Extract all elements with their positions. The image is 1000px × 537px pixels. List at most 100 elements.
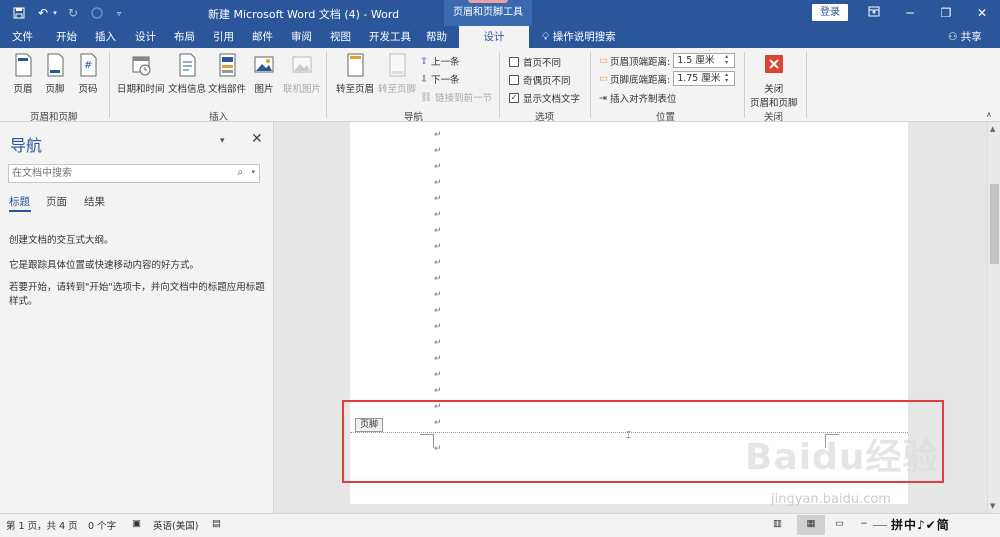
picture-icon: [254, 56, 274, 73]
undo-dropdown-icon[interactable]: ▾: [51, 4, 59, 22]
redo-icon[interactable]: ↻: [64, 4, 82, 22]
footer-bottom-distance: ▭ 页脚底端距离: 1.75 厘米: [599, 71, 736, 86]
tab-mailings[interactable]: 邮件: [252, 26, 273, 48]
footer-distance-icon: ▭: [599, 73, 608, 84]
scroll-up-icon[interactable]: ▲: [990, 125, 995, 133]
goto-header-icon: [347, 53, 364, 77]
header-button[interactable]: 页眉: [12, 52, 34, 95]
close-icon[interactable]: ✕: [251, 131, 263, 147]
paragraph-mark: ↵: [434, 386, 442, 396]
page-count[interactable]: 第 1 页，共 4 页: [6, 518, 78, 532]
date-time-button[interactable]: 日期和时间: [117, 52, 165, 95]
word-count[interactable]: 0 个字: [88, 518, 116, 532]
scroll-thumb[interactable]: [990, 184, 999, 264]
ribbon: 页眉 页脚 # 页码 页眉和页脚 日期和时间 文档信息 文档部件 图片 联机图片…: [0, 48, 1000, 123]
link-previous-button[interactable]: ⛓ 链接到前一节: [420, 90, 493, 105]
goto-footer-icon: [389, 53, 406, 77]
doc-parts-button[interactable]: 文档部件: [208, 52, 246, 95]
footer-bottom-label: 页脚底端距离:: [609, 74, 671, 86]
paragraph-mark: ↵: [434, 338, 442, 348]
search-input[interactable]: [9, 165, 229, 182]
search-icon[interactable]: ⌕: [237, 167, 243, 178]
paragraph-mark: ↵: [434, 194, 442, 204]
print-layout-icon[interactable]: ▦: [797, 515, 825, 535]
paragraph-mark: ↵: [434, 274, 442, 284]
undo-icon[interactable]: ↶: [34, 4, 52, 22]
paragraph-mark: ↵: [434, 258, 442, 268]
footer-bottom-spinner[interactable]: 1.75 厘米: [673, 71, 736, 86]
nav-help-text-3: 若要开始，请转到"开始"选项卡，并向文档中的标题应用标题样式。: [9, 282, 265, 307]
page-number-button[interactable]: # 页码: [77, 52, 99, 95]
svg-text:#: #: [84, 60, 92, 71]
online-picture-button[interactable]: 联机图片: [283, 52, 321, 95]
tab-help[interactable]: 帮助: [426, 26, 447, 48]
tab-layout[interactable]: 布局: [174, 26, 195, 48]
scroll-down-icon[interactable]: ▼: [990, 502, 995, 510]
share-button[interactable]: ⚇ 共享: [948, 26, 982, 48]
lightbulb-icon: 💡︎: [542, 31, 550, 43]
circle-icon[interactable]: [88, 4, 106, 22]
tab-design[interactable]: 设计: [135, 26, 156, 48]
paragraph-mark: ↵: [434, 306, 442, 316]
close-x-icon: [764, 55, 783, 73]
ribbon-tabs: 文件 开始 插入 设计 布局 引用 邮件 审阅 视图 开发工具 帮助 设计 💡︎…: [0, 26, 1000, 48]
tab-home[interactable]: 开始: [56, 26, 77, 48]
show-doc-text-checkbox[interactable]: ✓ 显示文档文字: [509, 91, 580, 105]
paragraph-mark: ↵: [434, 290, 442, 300]
vertical-scrollbar[interactable]: ▲ ▼: [987, 122, 1000, 513]
goto-footer-button[interactable]: 转至页脚: [378, 52, 416, 95]
status-bar: 第 1 页，共 4 页 0 个字 ▣ 英语(美国) ▤ ▥ ▦ ▭ − 拼中♪✔…: [0, 513, 1000, 537]
save-icon[interactable]: [10, 4, 28, 22]
tell-me-search[interactable]: 💡︎ 操作说明搜索: [542, 26, 616, 48]
goto-footer-label: 转至页脚: [378, 84, 417, 95]
nav-tab-results[interactable]: 结果: [84, 194, 105, 209]
nav-tab-headings[interactable]: 标题: [9, 194, 30, 209]
doc-info-label: 文档信息: [168, 84, 207, 95]
doc-info-button[interactable]: 文档信息: [168, 52, 206, 95]
tab-hf-design[interactable]: 设计: [459, 26, 529, 48]
proofing-icon[interactable]: ▣: [132, 518, 141, 529]
zoom-out-icon[interactable]: −: [860, 518, 868, 529]
close-icon[interactable]: ✕: [968, 3, 996, 23]
minimize-icon[interactable]: ─: [896, 3, 924, 23]
zoom-slider[interactable]: [873, 525, 887, 526]
language-status[interactable]: 英语(美国): [153, 518, 198, 532]
tab-view[interactable]: 视图: [330, 26, 351, 48]
paragraph-mark: ↵: [434, 226, 442, 236]
tab-file[interactable]: 文件: [12, 26, 33, 48]
diff-first-label: 首页不同: [523, 58, 562, 69]
footer-button[interactable]: 页脚: [44, 52, 66, 95]
link-previous-label: 链接到前一节: [435, 93, 493, 104]
goto-header-button[interactable]: 转至页眉: [336, 52, 374, 95]
tab-insert[interactable]: 插入: [95, 26, 116, 48]
picture-button[interactable]: 图片: [253, 52, 275, 95]
ime-status[interactable]: 拼中♪✔简: [891, 516, 950, 533]
doc-info-icon: [179, 53, 196, 77]
tab-developer[interactable]: 开发工具: [369, 26, 411, 48]
next-icon: ⇩: [420, 73, 428, 85]
restore-icon[interactable]: ❐: [932, 3, 960, 23]
nav-options-icon[interactable]: ▾: [220, 136, 225, 146]
previous-button[interactable]: ⇧ 上一条: [420, 54, 459, 69]
customize-icon[interactable]: ▿: [110, 4, 128, 22]
login-button[interactable]: 登录: [812, 4, 848, 21]
header-top-spinner[interactable]: 1.5 厘米: [673, 53, 736, 68]
group-label-options: 选项: [535, 112, 555, 123]
read-mode-icon[interactable]: ▥: [773, 518, 782, 529]
nav-tab-pages[interactable]: 页面: [46, 194, 67, 209]
nav-search-box: ⌕ ▾: [8, 164, 260, 183]
diff-odd-even-label: 奇偶页不同: [523, 76, 571, 87]
insert-align-tab-button[interactable]: ⇥ 插入对齐制表位: [599, 91, 676, 106]
ribbon-display-icon[interactable]: [860, 3, 888, 23]
chevron-down-icon[interactable]: ▾: [251, 168, 255, 176]
next-button[interactable]: ⇩ 下一条: [420, 72, 459, 87]
collapse-ribbon-icon[interactable]: ∧: [986, 110, 992, 119]
web-layout-icon[interactable]: ▭: [835, 518, 844, 529]
macro-record-icon[interactable]: ▤: [212, 518, 221, 529]
diff-first-page-checkbox[interactable]: 首页不同: [509, 55, 561, 69]
tab-review[interactable]: 审阅: [291, 26, 312, 48]
title-bar: ↶ ▾ ↻ ▿ 新建 Microsoft Word 文档 (4) - Word …: [0, 0, 1000, 26]
close-header-footer-button[interactable]: 关闭 页眉和页脚: [750, 52, 798, 109]
diff-odd-even-checkbox[interactable]: 奇偶页不同: [509, 73, 571, 87]
tab-references[interactable]: 引用: [213, 26, 234, 48]
